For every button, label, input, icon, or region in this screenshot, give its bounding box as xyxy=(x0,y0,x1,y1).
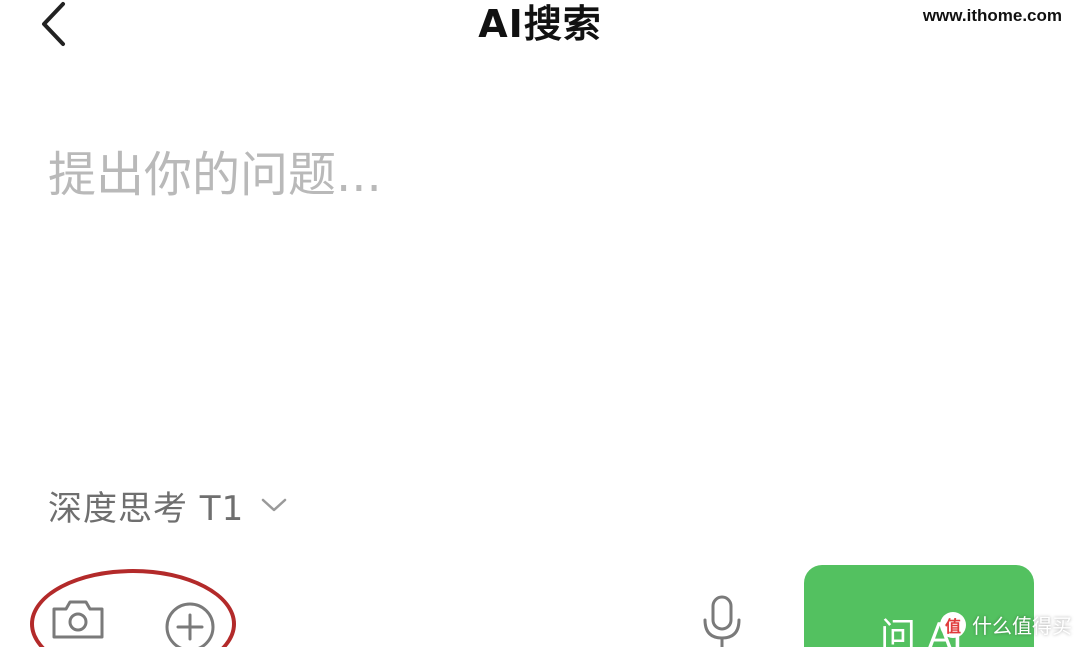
camera-button[interactable] xyxy=(48,595,108,643)
brand-watermark-text: 什么值得买 xyxy=(972,614,1072,638)
mode-selector[interactable]: 深度思考 T1 xyxy=(48,478,288,532)
site-watermark: www.ithome.com xyxy=(922,6,1062,25)
voice-input-button[interactable] xyxy=(696,593,748,647)
brand-badge: 值 xyxy=(940,611,966,638)
add-attachment-button[interactable] xyxy=(160,597,220,647)
bottom-toolbar: 问 AI xyxy=(0,565,1080,647)
camera-icon xyxy=(52,600,104,639)
chevron-down-icon xyxy=(261,498,287,512)
ai-search-screen: AI搜索 www.ithome.com 深度思考 T1 xyxy=(0,0,1080,647)
mode-label: 深度思考 T1 xyxy=(48,488,245,529)
brand-watermark: 值 什么值得买 xyxy=(940,610,1072,639)
question-input[interactable] xyxy=(48,140,1028,210)
microphone-icon xyxy=(703,595,741,647)
page-title: AI搜索 xyxy=(478,2,602,46)
plus-circle-icon xyxy=(165,602,215,647)
